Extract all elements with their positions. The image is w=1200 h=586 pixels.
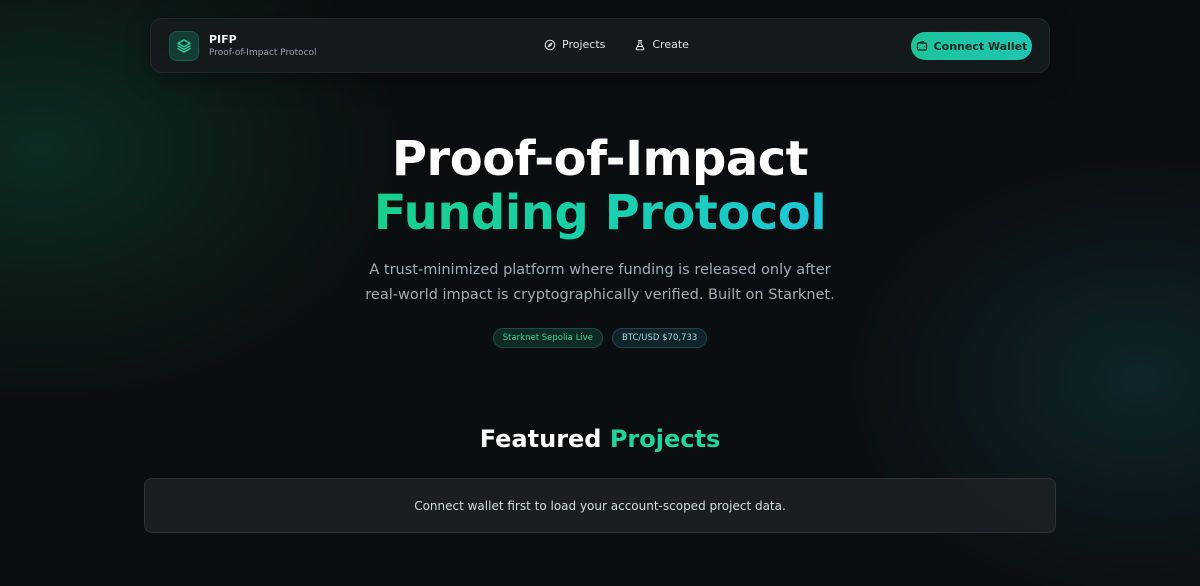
featured-heading-part1: Featured: [479, 425, 602, 453]
connect-wallet-notice: Connect wallet first to load your accoun…: [144, 478, 1056, 533]
connect-wallet-button[interactable]: Connect Wallet: [911, 32, 1032, 60]
hero-subtitle: A trust-minimized platform where funding…: [365, 262, 835, 303]
nav-item-label: Create: [652, 38, 689, 51]
compass-icon: [544, 39, 556, 50]
status-badges: Starknet Sepolia Live BTC/USD $70,733: [0, 328, 1200, 348]
main-nav: Projects Create: [544, 38, 689, 51]
hero-title-accent: Funding Protocol: [0, 184, 1200, 242]
layers-icon: [169, 31, 199, 61]
brand[interactable]: PIFP Proof-of-Impact Protocol: [169, 31, 317, 61]
wallet-icon: [916, 40, 927, 51]
brand-tagline: Proof-of-Impact Protocol: [209, 47, 317, 58]
brand-name: PIFP: [209, 32, 237, 46]
notice-text: Connect wallet first to load your accoun…: [414, 498, 786, 513]
nav-item-create[interactable]: Create: [634, 38, 689, 51]
hero-title: Proof-of-Impact: [391, 131, 809, 187]
nav-item-label: Projects: [562, 38, 606, 51]
featured-projects-heading: Featured Projects: [0, 423, 1200, 455]
price-badge: BTC/USD $70,733: [611, 328, 708, 348]
connect-wallet-label: Connect Wallet: [933, 39, 1028, 53]
network-status-badge: Starknet Sepolia Live: [492, 328, 603, 348]
featured-heading-part2: Projects: [609, 425, 721, 453]
nav-item-projects[interactable]: Projects: [544, 38, 605, 51]
top-navbar: PIFP Proof-of-Impact Protocol Projects C…: [150, 18, 1050, 73]
flask-icon: [636, 39, 645, 50]
hero-title-accent-text: Funding Protocol: [373, 185, 827, 241]
